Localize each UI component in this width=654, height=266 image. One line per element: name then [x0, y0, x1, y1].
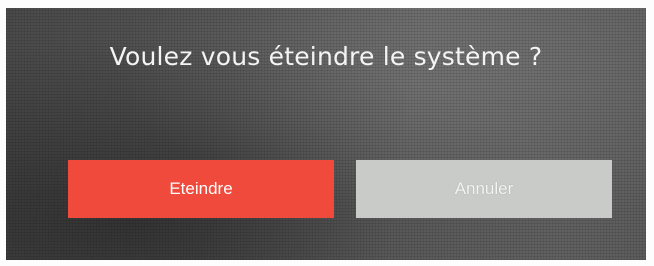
photo-frame: Voulez vous éteindre le système ? Eteind…: [0, 0, 654, 266]
cancel-button[interactable]: Annuler: [356, 160, 612, 218]
shutdown-button[interactable]: Eteindre: [68, 160, 334, 218]
shutdown-dialog: Voulez vous éteindre le système ? Eteind…: [6, 8, 646, 260]
dialog-title: Voulez vous éteindre le système ?: [109, 42, 543, 71]
